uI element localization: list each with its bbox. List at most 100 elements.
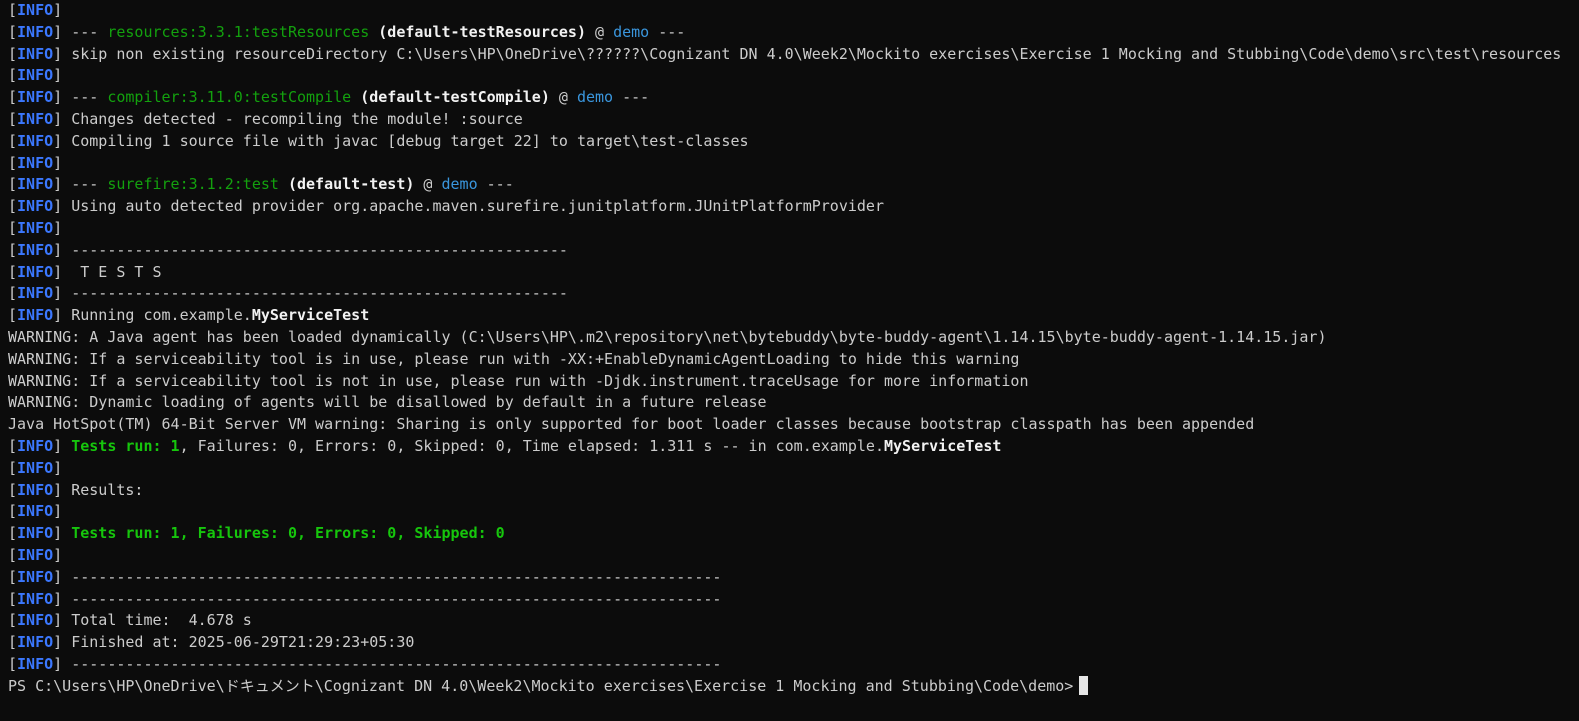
output-text: Running com.example. xyxy=(71,306,252,325)
output-text: Tests run: 1 xyxy=(71,436,180,455)
output-text: ----------------------------------------… xyxy=(71,240,568,259)
bracket-open: [ xyxy=(8,480,18,499)
bracket-close: ] xyxy=(53,545,63,564)
bracket-open: [ xyxy=(8,436,18,455)
output-text: ----------------------------------------… xyxy=(71,567,722,586)
bracket-open: [ xyxy=(8,633,18,652)
info-level-label: INFO xyxy=(17,436,54,455)
bracket-close: ] xyxy=(53,480,63,499)
output-line: [INFO] Finished at: 2025-06-29T21:29:23+… xyxy=(8,632,1579,654)
output-text: WARNING: Dynamic loading of agents will … xyxy=(8,393,767,412)
output-text: WARNING: A Java agent has been loaded dy… xyxy=(8,327,1327,346)
info-level-label: INFO xyxy=(17,22,54,41)
info-level-label: INFO xyxy=(17,502,54,521)
output-text: T E S T S xyxy=(71,262,162,281)
bracket-open: [ xyxy=(8,109,18,128)
output-line: Java HotSpot(TM) 64-Bit Server VM warnin… xyxy=(8,414,1579,436)
bracket-close: ] xyxy=(53,66,63,85)
output-line: WARNING: Dynamic loading of agents will … xyxy=(8,392,1579,414)
info-level-label: INFO xyxy=(17,262,54,281)
bracket-close: ] xyxy=(53,284,63,303)
output-line: [INFO] ---------------------------------… xyxy=(8,654,1579,676)
output-text: (default-testCompile) xyxy=(360,88,550,107)
bracket-close: ] xyxy=(53,44,63,63)
bracket-open: [ xyxy=(8,153,18,172)
bracket-close: ] xyxy=(53,88,63,107)
bracket-open: [ xyxy=(8,44,18,63)
output-line: [INFO] xyxy=(8,458,1579,480)
output-line: WARNING: If a serviceability tool is not… xyxy=(8,371,1579,393)
bracket-close: ] xyxy=(53,109,63,128)
bracket-close: ] xyxy=(53,436,63,455)
bracket-close: ] xyxy=(53,262,63,281)
bracket-close: ] xyxy=(53,1,63,19)
bracket-open: [ xyxy=(8,197,18,216)
output-text: , Failures: 0, Errors: 0, Skipped: 0, Ti… xyxy=(179,436,884,455)
output-text: Tests run: 1, Failures: 0, Errors: 0, Sk… xyxy=(71,524,505,543)
output-text: WARNING: If a serviceability tool is in … xyxy=(8,349,1020,368)
info-level-label: INFO xyxy=(17,458,54,477)
info-level-label: INFO xyxy=(17,306,54,325)
bracket-open: [ xyxy=(8,589,18,608)
bracket-open: [ xyxy=(8,22,18,41)
info-level-label: INFO xyxy=(17,153,54,172)
info-level-label: INFO xyxy=(17,131,54,150)
bracket-open: [ xyxy=(8,218,18,237)
output-text: --- xyxy=(71,22,108,41)
info-level-label: INFO xyxy=(17,545,54,564)
output-text: MyServiceTest xyxy=(251,306,370,325)
output-line: [INFO] Results: xyxy=(8,480,1579,502)
bracket-close: ] xyxy=(53,131,63,150)
bracket-close: ] xyxy=(53,153,63,172)
info-level-label: INFO xyxy=(17,654,54,673)
output-text: ----------------------------------------… xyxy=(71,284,568,303)
bracket-close: ] xyxy=(53,306,63,325)
info-level-label: INFO xyxy=(17,197,54,216)
bracket-close: ] xyxy=(53,567,63,586)
output-line: [INFO] ---------------------------------… xyxy=(8,240,1579,262)
output-line: [INFO] ---------------------------------… xyxy=(8,283,1579,305)
output-text: Java HotSpot(TM) 64-Bit Server VM warnin… xyxy=(8,415,1255,434)
bracket-open: [ xyxy=(8,306,18,325)
info-level-label: INFO xyxy=(17,240,54,259)
terminal-output: [INFO] [INFO] --- resources:3.3.1:testRes… xyxy=(8,0,1579,676)
bracket-close: ] xyxy=(53,240,63,259)
output-line: [INFO] ---------------------------------… xyxy=(8,567,1579,589)
bracket-close: ] xyxy=(53,502,63,521)
output-text: ----------------------------------------… xyxy=(71,654,722,673)
output-text: @ xyxy=(549,88,577,107)
info-level-label: INFO xyxy=(17,524,54,543)
output-text: compiler:3.11.0:testCompile xyxy=(107,88,352,107)
output-text: Results: xyxy=(71,480,144,499)
output-line: [INFO] Running com.example.MyServiceTest xyxy=(8,305,1579,327)
prompt-line[interactable]: PS C:\Users\HP\OneDrive\ドキュメント\Cognizant… xyxy=(8,675,1579,698)
bracket-close: ] xyxy=(53,458,63,477)
output-line: [INFO] skip non existing resourceDirecto… xyxy=(8,44,1579,66)
bracket-open: [ xyxy=(8,458,18,477)
output-text: @ xyxy=(414,175,442,194)
bracket-open: [ xyxy=(8,175,18,194)
bracket-open: [ xyxy=(8,131,18,150)
output-text: WARNING: If a serviceability tool is not… xyxy=(8,371,1029,390)
output-line: [INFO] Tests run: 1, Failures: 0, Errors… xyxy=(8,523,1579,545)
bracket-close: ] xyxy=(53,218,63,237)
output-text: MyServiceTest xyxy=(884,436,1002,455)
bracket-close: ] xyxy=(53,22,63,41)
info-level-label: INFO xyxy=(17,633,54,652)
output-text: --- xyxy=(71,88,108,107)
output-line: [INFO] Tests run: 1, Failures: 0, Errors… xyxy=(8,436,1579,458)
bracket-close: ] xyxy=(53,589,63,608)
output-line: [INFO] xyxy=(8,545,1579,567)
output-line: [INFO] xyxy=(8,153,1579,175)
output-text: skip non existing resourceDirectory C:\U… xyxy=(71,44,1562,63)
terminal-window[interactable]: [INFO] [INFO] --- resources:3.3.1:testRes… xyxy=(0,0,1579,721)
output-line: [INFO] xyxy=(8,65,1579,87)
info-level-label: INFO xyxy=(17,88,54,107)
bracket-open: [ xyxy=(8,654,18,673)
bracket-open: [ xyxy=(8,545,18,564)
output-text: Changes detected - recompiling the modul… xyxy=(71,109,523,128)
info-level-label: INFO xyxy=(17,284,54,303)
bracket-close: ] xyxy=(53,611,63,630)
